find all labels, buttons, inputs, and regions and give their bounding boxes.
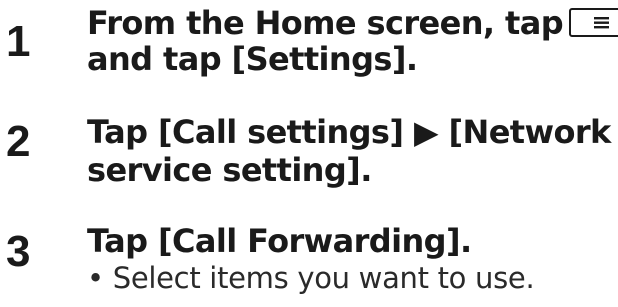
step-number: 2 <box>6 117 31 166</box>
step-text-line-2: and tap [Settings]. <box>87 40 418 78</box>
step-note: • Select items you want to use. <box>87 261 535 295</box>
step-text-line-1: Tap [Call settings] ▶ [Network <box>87 113 611 151</box>
step-text-line-2: service setting]. <box>87 151 372 189</box>
step-text-line-1: From the Home screen, tap <box>87 4 618 42</box>
menu-key-icon <box>569 7 618 37</box>
step-number: 3 <box>6 227 31 276</box>
step-text-line-1: Tap [Call Forwarding]. <box>87 222 472 260</box>
step-number: 1 <box>6 17 31 66</box>
step-text: From the Home screen, tap <box>87 4 564 42</box>
